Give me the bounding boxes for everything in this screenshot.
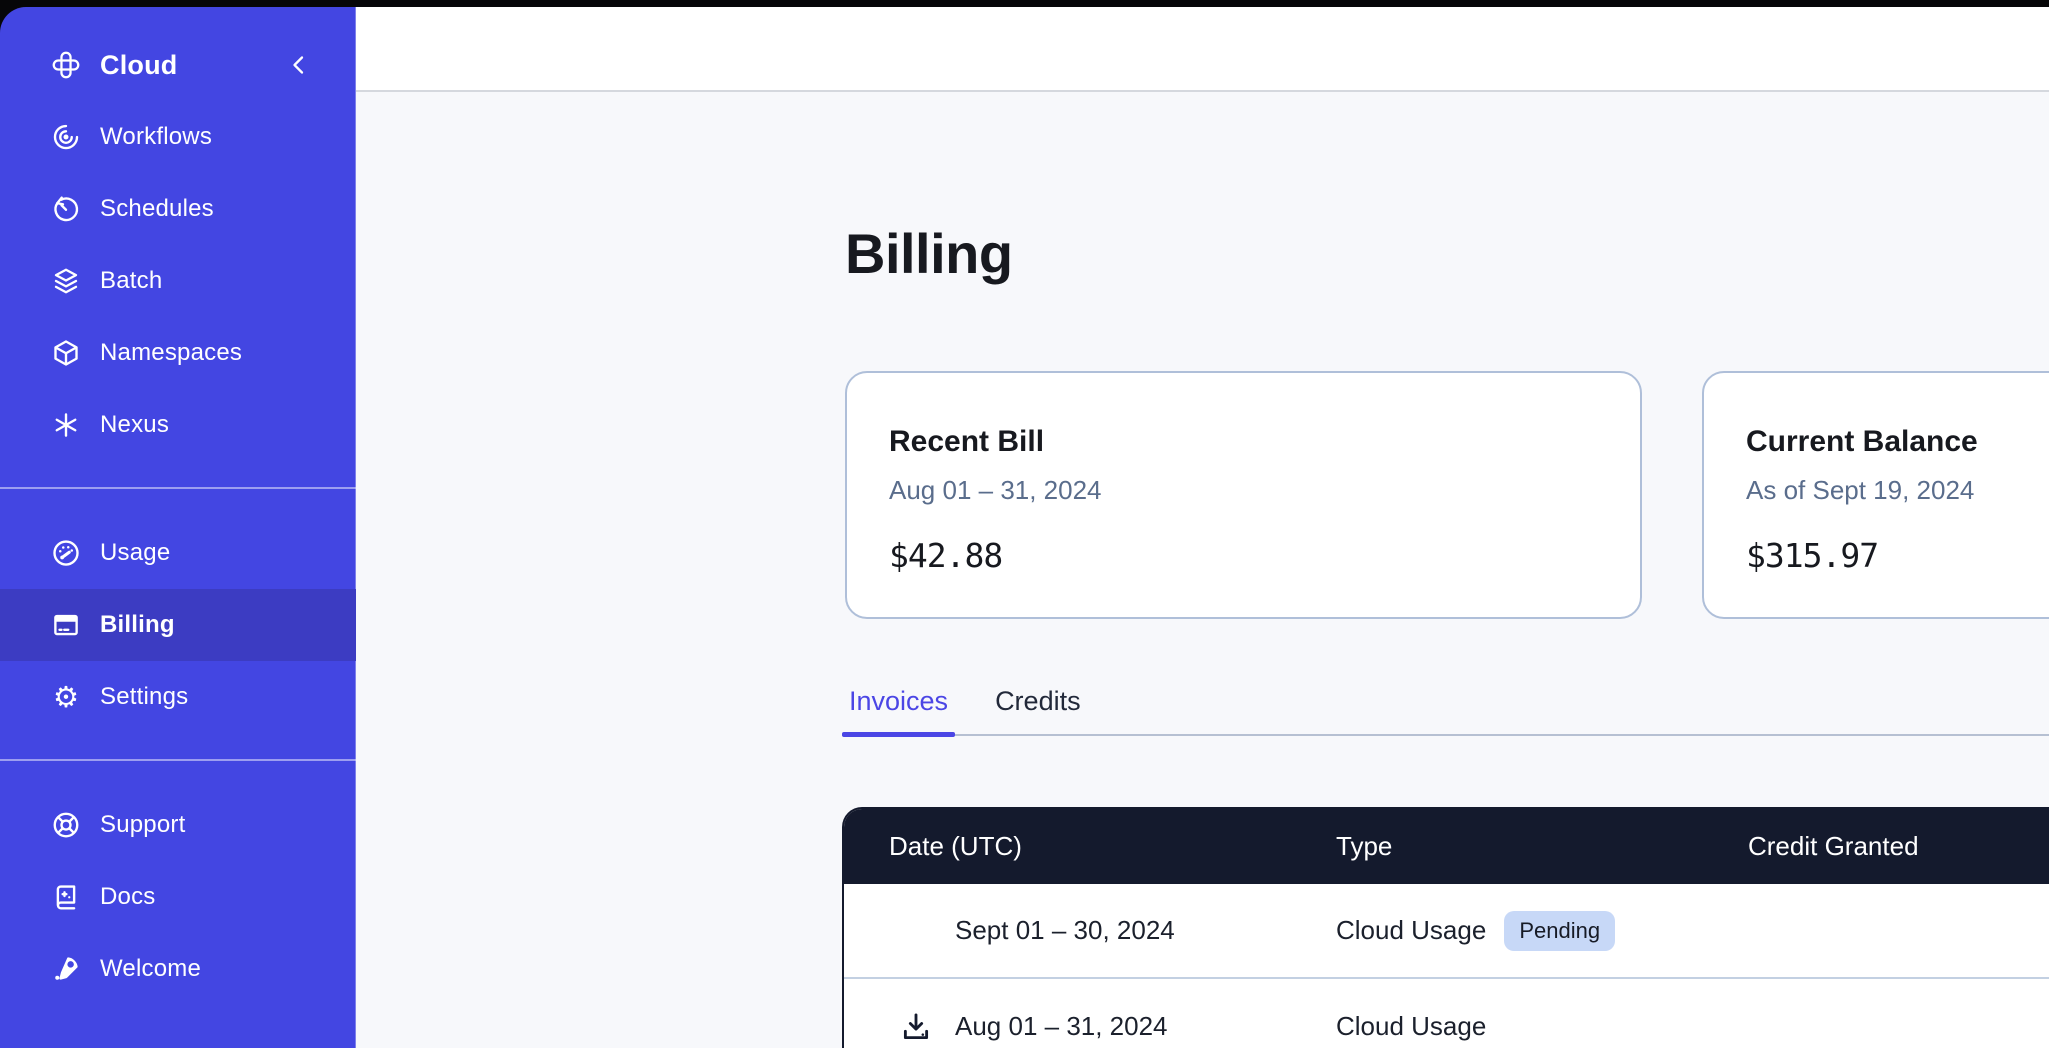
card-subtitle: Aug 01 – 31, 2024 <box>889 473 1598 507</box>
topbar <box>356 7 2049 92</box>
sidebar-item-billing[interactable]: Billing <box>0 589 356 661</box>
app-window: Cloud Workflows <box>0 7 2049 1048</box>
table-row: Aug 01 – 31, 2024 Cloud Usage <box>844 979 2049 1048</box>
column-header-type: Type <box>1336 831 1748 862</box>
invoice-type: Cloud Usage <box>1336 1011 1486 1042</box>
main-content: Billing Recent Bill Aug 01 – 31, 2024 $4… <box>356 7 2049 1048</box>
invoices-table: Date (UTC) Type Credit Granted Sept 01 –… <box>842 807 2049 1048</box>
settings-gear-icon: ⚙ <box>50 681 82 713</box>
download-slot-empty <box>896 911 936 951</box>
sidebar-item-welcome[interactable]: Welcome <box>0 933 356 1005</box>
sidebar-item-settings[interactable]: ⚙ Settings <box>0 661 356 733</box>
card-amount: $42.88 <box>889 535 1598 577</box>
sidebar-brand[interactable]: Cloud <box>0 29 356 101</box>
cell-date: Aug 01 – 31, 2024 <box>844 1007 1336 1047</box>
billing-page: Billing Recent Bill Aug 01 – 31, 2024 $4… <box>356 92 2049 1048</box>
card-subtitle: As of Sept 19, 2024 <box>1746 473 2049 507</box>
temporal-cloud-logo-icon <box>50 49 82 81</box>
sidebar-item-label: Billing <box>100 611 175 639</box>
column-header-credit-granted: Credit Granted <box>1748 831 2049 862</box>
recent-bill-card: Recent Bill Aug 01 – 31, 2024 $42.88 <box>845 371 1642 619</box>
invoice-date: Aug 01 – 31, 2024 <box>955 1011 1168 1042</box>
sidebar-item-label: Batch <box>100 267 162 295</box>
namespaces-icon <box>50 337 82 369</box>
sidebar-item-label: Workflows <box>100 123 212 151</box>
sidebar-item-workflows[interactable]: Workflows <box>0 101 356 173</box>
invoice-type: Cloud Usage <box>1336 915 1486 946</box>
card-title: Recent Bill <box>889 423 1598 461</box>
chevron-left-icon <box>287 53 311 77</box>
sidebar-item-label: Support <box>100 811 185 839</box>
current-balance-card: Current Balance As of Sept 19, 2024 $315… <box>1702 371 2049 619</box>
welcome-rocket-icon <box>50 953 82 985</box>
cell-type: Cloud Usage <box>1336 1011 1748 1042</box>
support-lifebuoy-icon <box>50 809 82 841</box>
sidebar-item-label: Nexus <box>100 411 169 439</box>
summary-cards: Recent Bill Aug 01 – 31, 2024 $42.88 Cur… <box>845 371 2049 619</box>
page-title: Billing <box>845 218 2049 290</box>
download-invoice-button[interactable] <box>896 1007 936 1047</box>
billing-tabs: Invoices Credits <box>842 686 2049 736</box>
card-amount: $315.97 <box>1746 535 2049 577</box>
cell-type: Cloud Usage Pending <box>1336 911 1748 951</box>
sidebar-divider <box>0 487 356 489</box>
table-body: Sept 01 – 30, 2024 Cloud Usage Pending <box>844 884 2049 1048</box>
brand-label: Cloud <box>100 50 177 81</box>
sidebar-item-schedules[interactable]: Schedules <box>0 173 356 245</box>
invoice-date: Sept 01 – 30, 2024 <box>955 915 1175 946</box>
sidebar-item-label: Usage <box>100 539 170 567</box>
batch-icon <box>50 265 82 297</box>
sidebar-item-support[interactable]: Support <box>0 789 356 861</box>
sidebar-item-nexus[interactable]: Nexus <box>0 389 356 461</box>
workflows-icon <box>50 121 82 153</box>
cell-date: Sept 01 – 30, 2024 <box>844 911 1336 951</box>
schedules-icon <box>50 193 82 225</box>
docs-book-icon <box>50 881 82 913</box>
tab-credits[interactable]: Credits <box>988 686 1088 734</box>
download-icon <box>899 1010 933 1044</box>
sidebar: Cloud Workflows <box>0 7 356 1048</box>
sidebar-item-label: Settings <box>100 683 188 711</box>
card-title: Current Balance <box>1746 423 2049 461</box>
table-row: Sept 01 – 30, 2024 Cloud Usage Pending <box>844 884 2049 979</box>
sidebar-item-batch[interactable]: Batch <box>0 245 356 317</box>
sidebar-item-docs[interactable]: Docs <box>0 861 356 933</box>
sidebar-item-label: Welcome <box>100 955 201 983</box>
status-badge: Pending <box>1504 911 1615 951</box>
sidebar-item-label: Namespaces <box>100 339 242 367</box>
column-header-date: Date (UTC) <box>844 831 1336 862</box>
sidebar-item-label: Schedules <box>100 195 214 223</box>
billing-icon <box>50 609 82 641</box>
sidebar-divider <box>0 759 356 761</box>
table-header-row: Date (UTC) Type Credit Granted <box>844 809 2049 884</box>
usage-icon <box>50 537 82 569</box>
sidebar-item-namespaces[interactable]: Namespaces <box>0 317 356 389</box>
sidebar-item-label: Docs <box>100 883 155 911</box>
sidebar-item-usage[interactable]: Usage <box>0 517 356 589</box>
nexus-icon <box>50 409 82 441</box>
tab-invoices[interactable]: Invoices <box>842 686 955 734</box>
sidebar-collapse-button[interactable] <box>282 48 316 82</box>
